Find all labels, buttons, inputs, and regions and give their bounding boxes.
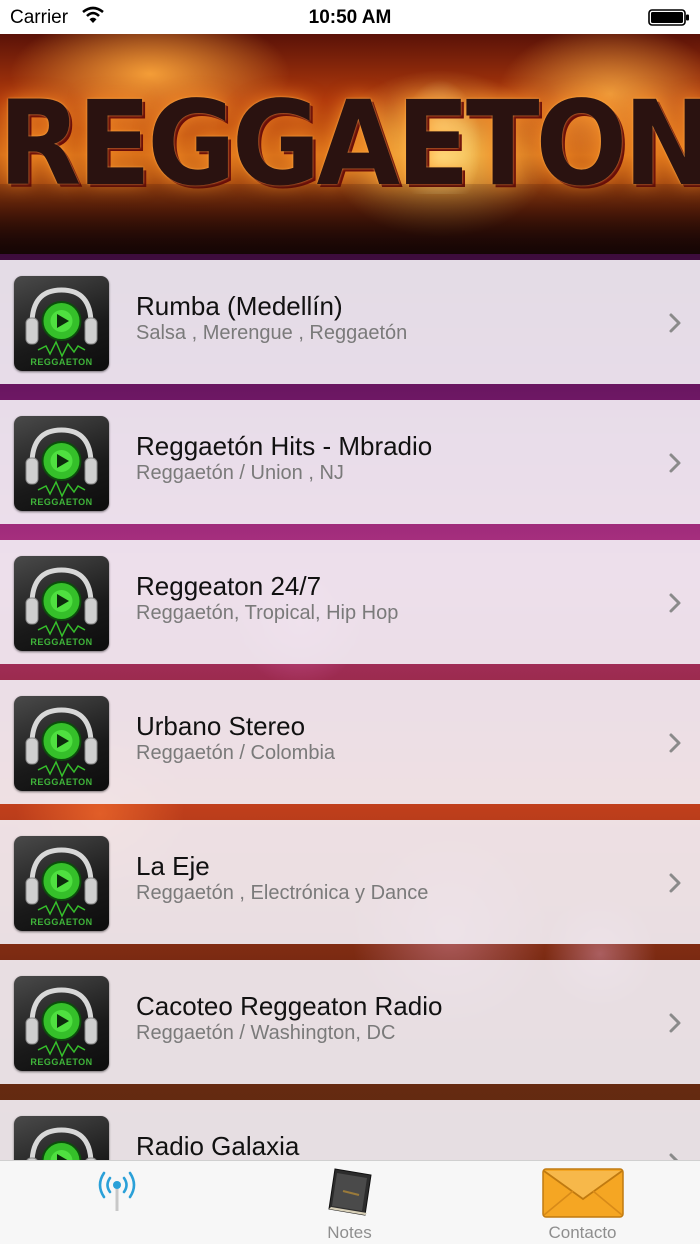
station-row[interactable]: REGGAETON La Eje Reggaetón , Electrónica y… bbox=[0, 820, 700, 944]
station-artwork-label: REGGAETON bbox=[30, 637, 93, 647]
tab-contacto[interactable]: Contacto bbox=[466, 1161, 699, 1244]
headphones-play-icon bbox=[26, 1127, 97, 1160]
station-title: Cacoteo Reggeaton Radio bbox=[136, 991, 443, 1021]
station-row[interactable]: REGGAETON Cacoteo Reggeaton Radio Reggaetó… bbox=[0, 960, 700, 1084]
station-artwork-label: REGGAETON bbox=[30, 1057, 93, 1067]
tab-radio[interactable] bbox=[0, 1161, 233, 1244]
battery-icon bbox=[648, 9, 689, 26]
station-subtitle: Reggaetón / Colombia bbox=[136, 742, 336, 764]
tab-contacto-label: Contacto bbox=[548, 1223, 617, 1242]
station-artwork-label: REGGAETON bbox=[30, 497, 93, 507]
station-artwork: REGGAETON bbox=[14, 1116, 109, 1160]
station-title: Radio Galaxia bbox=[136, 1131, 300, 1160]
notebook-icon bbox=[327, 1168, 372, 1216]
status-bar: Carrier 10:50 AM bbox=[0, 0, 700, 34]
envelope-icon bbox=[541, 1168, 624, 1218]
station-title: La Eje bbox=[136, 851, 210, 881]
station-row[interactable]: REGGAETON Urbano Stereo Reggaetón / Colomb… bbox=[0, 680, 700, 804]
station-subtitle: Salsa , Merengue , Reggaetón bbox=[136, 322, 408, 344]
station-subtitle: Reggaetón, Tropical, Hip Hop bbox=[136, 602, 399, 624]
status-time: 10:50 AM bbox=[308, 7, 392, 28]
chevron-right-icon bbox=[669, 873, 681, 893]
station-subtitle: Reggaetón / Washington, DC bbox=[136, 1022, 396, 1044]
station-artwork: REGGAETON bbox=[14, 556, 109, 651]
station-row[interactable]: REGGAETON Radio Galaxia bbox=[0, 1100, 700, 1160]
chevron-right-icon bbox=[669, 1013, 681, 1033]
tab-notes-label: Notes bbox=[327, 1223, 372, 1242]
station-subtitle: Reggaetón , Electrónica y Dance bbox=[136, 882, 429, 904]
station-title: Reggeaton 24/7 bbox=[136, 571, 322, 601]
radio-antenna-icon bbox=[98, 1171, 135, 1211]
station-artwork: REGGAETON bbox=[14, 276, 109, 371]
header-banner: REGGAETON bbox=[0, 34, 700, 254]
station-row[interactable]: REGGAETON Reggeaton 24/7 Reggaetón, Tropic… bbox=[0, 540, 700, 664]
chevron-right-icon bbox=[669, 453, 681, 473]
station-artwork: REGGAETON bbox=[14, 836, 109, 931]
tab-bar: Notes Contacto bbox=[0, 1160, 700, 1244]
station-title: Reggaetón Hits - Mbradio bbox=[136, 431, 433, 461]
chevron-right-icon bbox=[669, 733, 681, 753]
station-artwork-label: REGGAETON bbox=[30, 357, 93, 367]
station-artwork-label: REGGAETON bbox=[30, 777, 93, 787]
station-artwork-label: REGGAETON bbox=[30, 917, 93, 927]
station-artwork: REGGAETON bbox=[14, 696, 109, 791]
tab-notes[interactable]: Notes bbox=[233, 1161, 466, 1244]
station-row[interactable]: REGGAETON Reggaetón Hits - Mbradio Reggaet… bbox=[0, 400, 700, 524]
chevron-right-icon bbox=[669, 1153, 679, 1160]
station-title: Urbano Stereo bbox=[136, 711, 306, 741]
station-row[interactable]: REGGAETON Rumba (Medellín) Salsa , Merengu… bbox=[0, 260, 700, 384]
chevron-right-icon bbox=[669, 313, 681, 333]
station-title: Rumba (Medellín) bbox=[136, 291, 343, 321]
station-list[interactable]: REGGAETON Rumba (Medellín) Salsa , Merengu… bbox=[0, 260, 700, 1160]
chevron-right-icon bbox=[669, 593, 681, 613]
station-subtitle: Reggaetón / Union , NJ bbox=[136, 462, 344, 484]
station-artwork: REGGAETON bbox=[14, 976, 109, 1071]
station-artwork: REGGAETON bbox=[14, 416, 109, 511]
